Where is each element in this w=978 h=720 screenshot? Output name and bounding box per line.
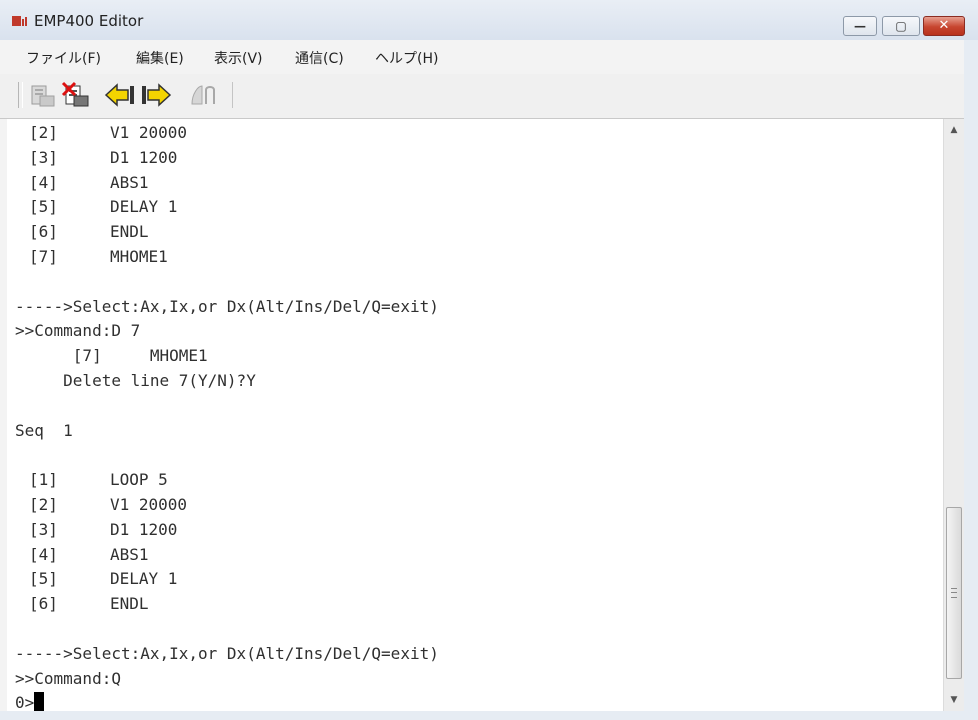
line-command: ENDL <box>110 222 149 242</box>
line-index: [4] <box>29 172 58 192</box>
close-icon: ✕ <box>938 18 950 33</box>
menu-help[interactable]: ヘルプ(H) <box>375 48 438 68</box>
console-line: Delete line 7(Y/N)?Y <box>15 371 256 390</box>
maximize-icon: ▢ <box>895 19 907 33</box>
upload-icon <box>31 85 55 107</box>
menu-file[interactable]: ファイル(F) <box>26 48 101 68</box>
line-command: ABS1 <box>110 172 149 192</box>
console-prompt: 0> <box>15 693 35 711</box>
upload-button[interactable] <box>26 80 58 110</box>
line-index: [5] <box>29 569 58 589</box>
scrollbar-thumb[interactable] <box>946 507 962 679</box>
console-line: >>Command:Q <box>15 668 121 688</box>
disconnect-button[interactable] <box>186 80 218 110</box>
arrow-left-icon <box>104 83 134 107</box>
line-index: [1] <box>29 470 58 490</box>
minimize-icon: — <box>854 19 866 33</box>
line-command: ENDL <box>110 594 149 614</box>
line-command: D1 1200 <box>110 147 178 167</box>
line-index: [6] <box>29 222 58 242</box>
arrow-right-icon <box>142 83 172 107</box>
disconnect-icon <box>191 85 215 105</box>
line-index: [3] <box>29 519 58 539</box>
console-line: Seq 1 <box>15 420 73 440</box>
toolbar <box>0 74 978 119</box>
window-title: EMP400 Editor <box>34 12 144 30</box>
console-prompt-line[interactable]: 0> <box>15 691 45 711</box>
line-index: [6] <box>29 594 58 614</box>
menu-view[interactable]: 表示(V) <box>214 48 263 68</box>
minimize-button[interactable]: — <box>843 16 877 36</box>
window-frame-bottom <box>0 711 978 720</box>
delete-transfer-icon <box>61 81 89 107</box>
title-bar[interactable]: EMP400 Editor — ▢ ✕ <box>0 0 978 41</box>
line-command: ABS1 <box>110 544 149 564</box>
line-command: D1 1200 <box>110 519 178 539</box>
line-index: [3] <box>29 147 58 167</box>
menu-communication[interactable]: 通信(C) <box>295 48 344 68</box>
toolbar-grip[interactable] <box>18 82 23 108</box>
console-line: >>Command:D 7 <box>15 321 141 341</box>
window-frame-right <box>964 40 978 720</box>
line-index: [2] <box>29 495 58 514</box>
thumb-grip <box>951 588 957 598</box>
console-output[interactable]: [2] V1 20000 [3] D1 1200 [4] ABS1 [5] DELAY 1 [6… <box>7 119 943 711</box>
maximize-button[interactable]: ▢ <box>882 16 920 36</box>
line-command: MHOME1 <box>110 247 168 266</box>
scroll-up-icon[interactable]: ▲ <box>944 121 964 139</box>
line-index: [7] <box>29 247 58 266</box>
line-index: [4] <box>29 544 58 564</box>
console-line: ----->Select:Ax,Ix,or Dx(Alt/Ins/Del/Q=e… <box>15 296 439 316</box>
line-command: V1 20000 <box>110 123 188 142</box>
line-command: DELAY 1 <box>110 569 178 589</box>
line-command: LOOP 5 <box>110 470 168 490</box>
menu-edit[interactable]: 編集(E) <box>136 48 184 68</box>
app-icon <box>12 16 27 26</box>
toolbar-separator <box>232 82 233 108</box>
close-button[interactable]: ✕ <box>923 16 965 36</box>
line-index: [5] <box>29 197 58 217</box>
console-line: ----->Select:Ax,Ix,or Dx(Alt/Ins/Del/Q=e… <box>15 643 439 663</box>
move-right-button[interactable] <box>140 80 172 110</box>
delete-transfer-button[interactable] <box>60 80 92 110</box>
scroll-down-icon[interactable]: ▼ <box>944 691 964 709</box>
move-left-button[interactable] <box>104 80 136 110</box>
line-index: [2] <box>29 123 58 142</box>
text-cursor <box>34 692 45 711</box>
vertical-scrollbar[interactable]: ▲ ▼ <box>943 119 964 711</box>
menu-bar: ファイル(F) 編集(E) 表示(V) 通信(C) ヘルプ(H) <box>0 40 978 74</box>
line-command: DELAY 1 <box>110 197 178 217</box>
console-line: [7] MHOME1 <box>15 346 208 366</box>
line-command: V1 20000 <box>110 495 188 514</box>
